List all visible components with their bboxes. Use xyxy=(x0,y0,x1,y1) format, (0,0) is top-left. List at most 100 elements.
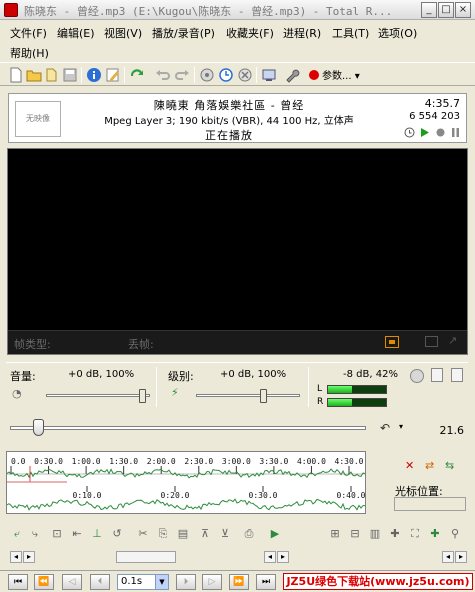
play-selection-icon[interactable]: ▶ xyxy=(268,527,282,541)
minimize-button[interactable]: _ xyxy=(421,2,437,18)
print-icon[interactable]: ⎙ xyxy=(242,527,256,541)
stop-icon[interactable] xyxy=(435,127,446,141)
scroll-right-arrow-3[interactable]: ▸ xyxy=(455,551,467,563)
video-mode-icon[interactable] xyxy=(385,336,399,348)
loop-icon[interactable]: ↶ xyxy=(380,421,390,435)
menu-file[interactable]: 文件(F) xyxy=(10,25,47,41)
close-button[interactable]: × xyxy=(455,2,471,18)
mixer-icon[interactable] xyxy=(410,369,424,383)
volume-slider-track[interactable] xyxy=(46,394,150,397)
new-file-icon[interactable] xyxy=(8,67,24,83)
menu-view[interactable]: 视图(V) xyxy=(104,25,142,41)
fast-forward-button[interactable]: ⏩ xyxy=(229,574,249,590)
trim-icon[interactable]: ⊼ xyxy=(198,527,212,541)
clock-icon[interactable] xyxy=(404,127,415,141)
mark-start-icon[interactable]: ⤶ xyxy=(10,527,24,541)
scroll-right-arrow[interactable]: ▸ xyxy=(23,551,35,563)
waveform-bottom-tick-label: 0:20.0 xyxy=(161,491,190,500)
toolbar-separator xyxy=(124,67,125,83)
volume-speaker-icon[interactable]: ◔ xyxy=(12,387,22,400)
paste-icon[interactable]: ▤ xyxy=(176,527,190,541)
level-slider-track[interactable] xyxy=(196,394,300,397)
timer-icon[interactable] xyxy=(218,67,234,83)
copy-icon[interactable]: ⎘ xyxy=(156,527,170,541)
meter-info-icon[interactable] xyxy=(451,368,463,382)
rewind-button[interactable]: ⏪ xyxy=(34,574,54,590)
delete-icon[interactable]: ⊻ xyxy=(218,527,232,541)
maximize-button[interactable]: □ xyxy=(438,2,454,18)
menu-favorites[interactable]: 收藏夹(F) xyxy=(226,25,274,41)
menu-process[interactable]: 进程(R) xyxy=(283,25,321,41)
magnifier-icon[interactable]: ⚲ xyxy=(448,527,462,541)
zoom-selection-icon[interactable]: ⊟ xyxy=(348,527,362,541)
title-bar: 陈晓东 - 曾经.mp3 (E:\Kugou\陈晓东 - 曾经.mp3) - T… xyxy=(0,0,475,20)
tools-wrench-icon[interactable] xyxy=(284,67,300,83)
step-forward-button[interactable]: ▷ xyxy=(202,574,222,590)
scroll-left-arrow-3[interactable]: ◂ xyxy=(442,551,454,563)
waveform-panel[interactable]: 0.0 0:30.0 1:00.0 1:30.0 2:00.0 2:30.0 3:00.0 3… xyxy=(6,451,366,514)
wave-zoom-out-icon[interactable]: ✕ xyxy=(405,459,419,473)
detach-icon[interactable]: ↗ xyxy=(448,334,457,347)
loop-dropdown-icon[interactable]: ▾ xyxy=(399,422,403,431)
parameters-button[interactable]: 参数... ▾ xyxy=(309,67,360,83)
position-row: ↶ ▾ 21.6 xyxy=(6,412,468,446)
scroll-left-arrow-2[interactable]: ◂ xyxy=(264,551,276,563)
horizontal-scrollbar[interactable] xyxy=(116,551,176,563)
position-slider-track[interactable] xyxy=(10,426,366,430)
redo-icon[interactable] xyxy=(174,67,190,83)
fullscreen-icon[interactable] xyxy=(425,336,438,347)
add-marker-icon[interactable]: ✚ xyxy=(388,527,402,541)
waveform-bottom-tick-label: 0:10.0 xyxy=(73,491,102,500)
volume-slider-thumb[interactable] xyxy=(139,389,146,403)
marker-list-icon[interactable]: ⛶ xyxy=(408,527,422,541)
open-file-icon[interactable] xyxy=(44,67,60,83)
menu-help[interactable]: 帮助(H) xyxy=(10,45,49,61)
frame-forward-button[interactable]: ⏵ xyxy=(176,574,196,590)
select-all-icon[interactable]: ⊡ xyxy=(50,527,64,541)
mini-controls xyxy=(404,126,460,140)
step-back-button[interactable]: ◁ xyxy=(62,574,82,590)
level-label: 级别: xyxy=(168,370,194,383)
zoom-fit-icon[interactable]: ⊞ xyxy=(328,527,342,541)
level-slider-thumb[interactable] xyxy=(260,389,267,403)
track-duration: 4:35.7 xyxy=(424,97,460,110)
waveform-bottom-tick-label: 0:40.0 xyxy=(337,491,365,500)
position-slider-thumb[interactable] xyxy=(33,419,45,436)
undo-icon[interactable] xyxy=(155,67,171,83)
menu-play-record[interactable]: 播放/录音(P) xyxy=(152,25,215,41)
record-options-icon[interactable] xyxy=(199,67,215,83)
go-start-icon[interactable]: ⊥ xyxy=(90,527,104,541)
go-to-end-button[interactable]: ⏭ xyxy=(256,574,276,590)
step-size-select[interactable]: 0.1s ▼ xyxy=(117,574,169,590)
info-icon[interactable] xyxy=(86,67,102,83)
waveform-top-tick-label: 3:30.0 xyxy=(259,457,288,466)
meter-settings-icon[interactable] xyxy=(431,368,443,382)
zoom-channels-icon[interactable]: ▥ xyxy=(368,527,382,541)
cut-icon[interactable]: ✂ xyxy=(136,527,150,541)
level-icon[interactable]: ⚡ xyxy=(171,386,179,399)
scroll-right-arrow-2[interactable]: ▸ xyxy=(277,551,289,563)
scroll-left-arrow[interactable]: ◂ xyxy=(10,551,22,563)
waveform-top-tick-label: 1:30.0 xyxy=(109,457,138,466)
mark-end-icon[interactable]: ⤷ xyxy=(28,527,42,541)
menu-options[interactable]: 选项(O) xyxy=(378,25,417,41)
save-icon[interactable] xyxy=(62,67,78,83)
wave-settings-icon[interactable]: ⇆ xyxy=(445,459,459,473)
play-icon[interactable] xyxy=(419,127,430,141)
previous-marker-icon[interactable]: ⇤ xyxy=(70,527,84,541)
wave-markers-icon[interactable]: ⇄ xyxy=(425,459,439,473)
convert-icon[interactable] xyxy=(129,67,145,83)
return-icon[interactable]: ↺ xyxy=(110,527,124,541)
pause-icon[interactable] xyxy=(450,127,461,141)
menu-edit[interactable]: 编辑(E) xyxy=(57,25,95,41)
menu-tools[interactable]: 工具(T) xyxy=(332,25,369,41)
device-settings-icon[interactable] xyxy=(261,67,277,83)
stop-all-icon[interactable] xyxy=(237,67,253,83)
window-title: 陈晓东 - 曾经.mp3 (E:\Kugou\陈晓东 - 曾经.mp3) - T… xyxy=(24,5,393,18)
go-to-start-button[interactable]: ⏮ xyxy=(8,574,28,590)
waveform-top-tick-label: 4:30.0 xyxy=(335,457,364,466)
edit-tags-icon[interactable] xyxy=(105,67,121,83)
open-folder-icon[interactable] xyxy=(26,67,42,83)
zoom-in-icon[interactable]: ✚ xyxy=(428,527,442,541)
frame-back-button[interactable]: ⏴ xyxy=(90,574,110,590)
